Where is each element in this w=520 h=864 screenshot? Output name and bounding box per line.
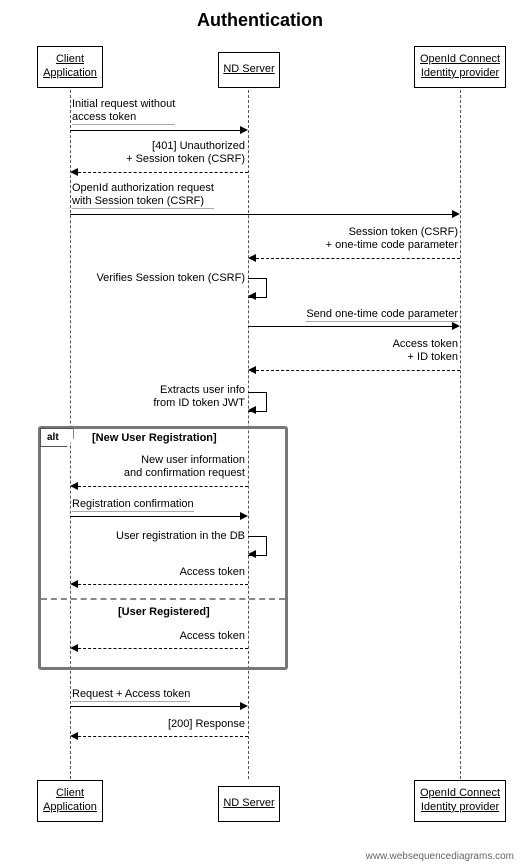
msg-access-token-1: Access token — [180, 566, 245, 579]
arrowhead-m7 — [248, 366, 256, 374]
arrowhead-m9 — [70, 482, 78, 490]
participant-nd-top: ND Server — [218, 52, 280, 88]
participant-nd-bottom: ND Server — [218, 786, 280, 822]
alt-divider — [41, 598, 285, 600]
msg-access-token-2: Access token — [180, 630, 245, 643]
arrowhead-m13 — [70, 644, 78, 652]
lifeline-idp — [460, 85, 461, 779]
arrow-m7 — [256, 370, 460, 371]
arrow-m6 — [248, 326, 452, 327]
arrowhead-m10 — [240, 512, 248, 520]
arrowhead-m6 — [452, 322, 460, 330]
arrowhead-m5 — [248, 292, 256, 300]
arrowhead-m2 — [70, 168, 78, 176]
arrow-m3 — [70, 214, 452, 215]
msg-verify-session: Verifies Session token (CSRF) — [96, 272, 245, 285]
arrowhead-m3 — [452, 210, 460, 218]
msg-200-response: [200] Response — [168, 718, 245, 731]
diagram-title: Authentication — [0, 0, 520, 37]
arrow-m4 — [256, 258, 460, 259]
msg-401: [401] Unauthorized + Session token (CSRF… — [126, 140, 245, 166]
arrowhead-m14 — [240, 702, 248, 710]
arrow-m15 — [78, 736, 248, 737]
arrow-m14 — [70, 706, 240, 707]
msg-openid-auth: OpenId authorization request with Sessio… — [72, 182, 214, 209]
alt-label: alt — [40, 428, 74, 447]
msg-new-user-info: New user information and confirmation re… — [124, 454, 245, 480]
arrow-m2 — [78, 172, 248, 173]
arrowhead-m12 — [70, 580, 78, 588]
arrowhead-m8 — [248, 406, 256, 414]
arrow-m1 — [70, 130, 240, 131]
msg-session-token: Session token (CSRF) + one-time code par… — [326, 226, 458, 252]
msg-access-id-token: Access token + ID token — [393, 338, 458, 364]
arrow-m12 — [78, 584, 248, 585]
arrowhead-m15 — [70, 732, 78, 740]
msg-reg-confirm: Registration confirmation — [72, 498, 194, 512]
arrow-m13 — [78, 648, 248, 649]
msg-request-with-token: Request + Access token — [72, 688, 190, 702]
arrowhead-m11 — [248, 550, 256, 558]
arrow-m10 — [70, 516, 240, 517]
msg-initial-request: Initial request without access token — [72, 98, 175, 125]
alt-section-new-user: [New User Registration] — [92, 432, 217, 444]
msg-extract-jwt: Extracts user info from ID token JWT — [153, 384, 245, 410]
msg-send-code: Send one-time code parameter — [306, 308, 458, 322]
arrowhead-m4 — [248, 254, 256, 262]
participant-idp-bottom: OpenId Connect Identity provider — [414, 780, 506, 822]
arrow-m9 — [78, 486, 248, 487]
alt-section-registered: [User Registered] — [118, 606, 210, 618]
msg-reg-db: User registration in the DB — [116, 530, 245, 543]
arrowhead-m1 — [240, 126, 248, 134]
participant-idp-top: OpenId Connect Identity provider — [414, 46, 506, 88]
participant-client-top: Client Application — [37, 46, 103, 88]
participant-client-bottom: Client Application — [37, 780, 103, 822]
watermark: www.websequencediagrams.com — [366, 851, 514, 862]
